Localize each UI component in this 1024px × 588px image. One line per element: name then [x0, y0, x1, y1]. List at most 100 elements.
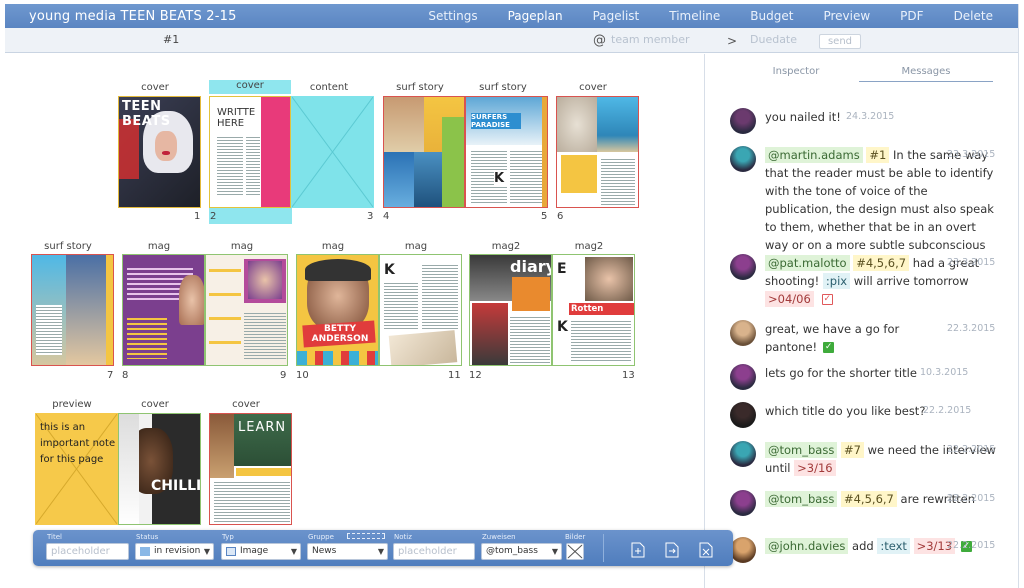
type-tag[interactable]: :text	[877, 538, 910, 554]
note-input[interactable]	[393, 543, 475, 560]
masthead: diary	[510, 257, 552, 276]
betty-anderson-headline: BETTY ANDERSON	[311, 324, 369, 344]
delete-page-icon[interactable]	[699, 542, 713, 558]
page-thumbnail[interactable]: SURFERS PARADISE K	[465, 96, 548, 208]
avatar[interactable]	[730, 146, 756, 172]
type-select[interactable]: Image ▼	[221, 543, 301, 560]
move-page-icon[interactable]	[665, 542, 679, 558]
due-tag[interactable]: >3/16	[794, 460, 836, 476]
selection-footer	[209, 208, 292, 224]
message-item: @pat.malotto #4,5,6,7 had a great shooti…	[730, 254, 1000, 310]
page-tag[interactable]: #4,5,6,7	[853, 255, 910, 271]
message-date: 24.3.2015	[846, 111, 895, 122]
drop-cap: K	[494, 171, 508, 187]
add-page-icon[interactable]	[631, 542, 645, 558]
page-thumbnail[interactable]: LEARN	[209, 413, 292, 525]
tab-messages[interactable]: Messages	[859, 66, 993, 82]
page-thumbnail[interactable]: K	[379, 254, 462, 366]
group-add-icon[interactable]	[347, 533, 385, 539]
page-placeholder[interactable]	[291, 96, 374, 208]
group-select[interactable]: News ▼	[307, 543, 388, 560]
unchecked-checkbox-icon[interactable]: ✓	[821, 294, 833, 305]
user-mention[interactable]: @martin.adams	[765, 147, 863, 163]
image-icon	[226, 547, 236, 556]
cover-headline: CHILLI	[151, 478, 201, 494]
at-icon: @	[593, 33, 606, 48]
page-number: 1	[194, 211, 201, 222]
send-button[interactable]: send	[819, 34, 861, 49]
type-value: Image	[240, 546, 269, 556]
images-label: Bilder	[565, 533, 586, 541]
page-thumbnail[interactable]: CHILLI	[118, 413, 201, 525]
page-label: preview	[52, 399, 92, 410]
duedate-input[interactable]	[750, 33, 820, 46]
page-number: 12	[469, 370, 482, 381]
page-thumbnail[interactable]: TEEN BEATS	[118, 96, 201, 208]
surf-story-title: SURFERS PARADISE	[471, 113, 521, 129]
message-date: 23.3.2015	[947, 149, 996, 160]
team-member-input[interactable]	[611, 33, 711, 46]
avatar[interactable]	[730, 254, 756, 280]
tab-inspector[interactable]: Inspector	[729, 66, 863, 77]
avatar[interactable]	[730, 402, 756, 428]
message-date: 22.2.2015	[923, 405, 972, 416]
page-thumbnail[interactable]	[205, 254, 288, 366]
page-thumbnail[interactable]	[383, 96, 465, 208]
page-thumbnail-selected[interactable]: WRITTE HERE	[209, 96, 291, 208]
page-headline: WRITTE HERE	[217, 107, 256, 129]
title-input[interactable]	[46, 543, 129, 560]
message-item: which title do you like best? 22.2.2015	[730, 402, 1000, 430]
page-label: mag	[147, 241, 171, 252]
nav-pagelist[interactable]: Pagelist	[593, 9, 640, 23]
nav-pageplan[interactable]: Pageplan	[508, 9, 563, 23]
page-number: 2	[210, 211, 217, 222]
nav-settings[interactable]: Settings	[428, 9, 477, 23]
assign-select[interactable]: @tom_bass ▼	[481, 543, 562, 560]
page-label: mag	[230, 241, 254, 252]
nav-budget[interactable]: Budget	[750, 9, 793, 23]
page-label: mag	[321, 241, 345, 252]
checked-checkbox-icon[interactable]: ✓	[823, 342, 835, 353]
chevron-down-icon: ▼	[290, 547, 297, 556]
page-with-note[interactable]: this is an important note for this page	[35, 413, 118, 525]
message-item: lets go for the shorter title 10.3.2015	[730, 364, 1000, 392]
page-label: surf story	[44, 241, 92, 252]
page-tag[interactable]: #4,5,6,7	[840, 491, 897, 507]
type-tag[interactable]: :pix	[822, 273, 851, 289]
message-item: great, we have a go for pantone! ✓ 22.3.2…	[730, 320, 1000, 358]
status-select[interactable]: in revision ▼	[135, 543, 214, 560]
nav-timeline[interactable]: Timeline	[669, 9, 720, 23]
top-bar: young media TEEN BEATS 2-15 Settings Pag…	[5, 4, 1018, 28]
user-mention[interactable]: @pat.malotto	[765, 255, 850, 271]
nav-preview[interactable]: Preview	[823, 9, 870, 23]
page-number: 4	[383, 211, 390, 222]
avatar[interactable]	[730, 537, 756, 563]
avatar[interactable]	[730, 320, 756, 346]
user-mention[interactable]: @tom_bass	[765, 442, 838, 458]
due-tag[interactable]: >04/06	[765, 291, 814, 307]
message-text: will arrive tomorrow	[853, 274, 969, 288]
page-thumbnail[interactable]	[31, 254, 114, 366]
page-tag[interactable]: #7	[840, 442, 864, 458]
page-number: 13	[622, 370, 635, 381]
group-label: Gruppe	[308, 533, 334, 541]
page-thumbnail[interactable]	[122, 254, 205, 366]
avatar[interactable]	[730, 441, 756, 467]
user-mention[interactable]: @john.davies	[765, 538, 849, 554]
page-thumbnail[interactable]	[556, 96, 639, 208]
user-mention[interactable]: @tom_bass	[765, 491, 838, 507]
page-tag[interactable]: #1	[866, 147, 890, 163]
nav-delete[interactable]: Delete	[954, 9, 993, 23]
avatar[interactable]	[730, 490, 756, 516]
sidebar-tabs: Inspector Messages	[725, 66, 993, 84]
page-label: cover	[579, 82, 607, 93]
nav-pdf[interactable]: PDF	[900, 9, 923, 23]
message-date: 22.2.2015	[947, 493, 996, 504]
page-thumbnail[interactable]: diary	[469, 254, 552, 366]
avatar[interactable]	[730, 364, 756, 390]
images-toggle[interactable]	[566, 543, 584, 560]
status-label: Status	[136, 533, 159, 541]
page-thumbnail[interactable]: E Rotten Onion K	[552, 254, 635, 366]
avatar[interactable]	[730, 108, 756, 134]
page-thumbnail[interactable]: BETTY ANDERSON	[296, 254, 379, 366]
